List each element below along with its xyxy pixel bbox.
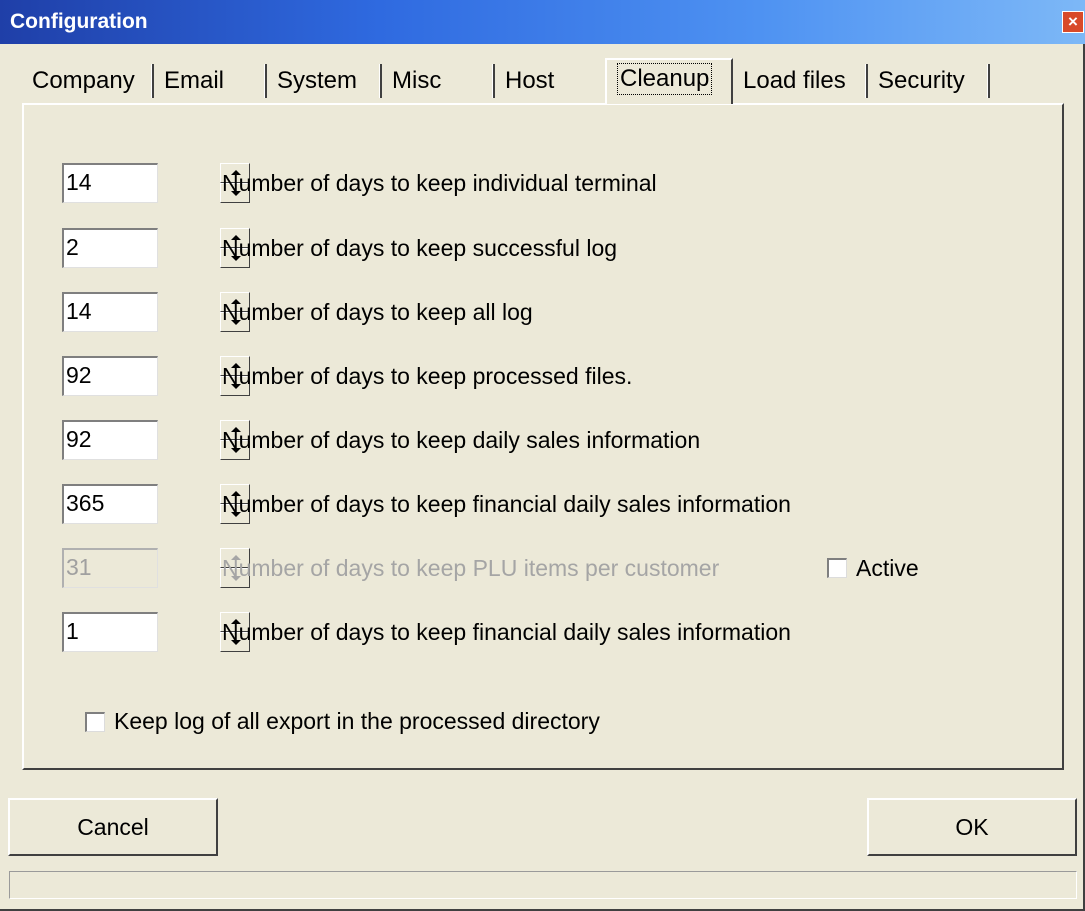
tab-system[interactable]: System <box>267 62 382 100</box>
tab-email[interactable]: Email <box>154 62 267 100</box>
tab-label: Misc <box>392 67 442 94</box>
setting-row: 365 Number of days to keep financial dai… <box>62 484 962 524</box>
days-input: 31 <box>62 548 158 588</box>
days-input[interactable]: 1 <box>62 612 158 652</box>
status-bar <box>9 871 1077 899</box>
days-input[interactable]: 92 <box>62 356 158 396</box>
tab-cleanup[interactable]: Cleanup <box>605 58 733 104</box>
setting-row: 92 Number of days to keep daily sales in… <box>62 420 962 460</box>
setting-row: 2 Number of days to keep successful log <box>62 228 962 268</box>
tab-load-files[interactable]: Load files <box>733 62 868 100</box>
title-bar[interactable]: Configuration × <box>0 0 1085 44</box>
tab-label: Load files <box>743 67 846 94</box>
days-input[interactable]: 365 <box>62 484 158 524</box>
cancel-button[interactable]: Cancel <box>8 798 218 856</box>
keep-log-checkbox[interactable] <box>85 712 105 732</box>
configuration-window: Configuration × Company Email System Mis… <box>0 0 1085 911</box>
tab-security[interactable]: Security <box>868 62 990 100</box>
days-input[interactable]: 92 <box>62 420 158 460</box>
active-checkbox[interactable] <box>827 558 847 578</box>
ok-button[interactable]: OK <box>867 798 1077 856</box>
days-input[interactable]: 2 <box>62 228 158 268</box>
setting-label: Number of days to keep daily sales infor… <box>222 427 701 453</box>
keep-log-checkbox-label[interactable]: Keep log of all export in the processed … <box>114 706 600 736</box>
tab-host[interactable]: Host <box>495 62 605 100</box>
close-icon[interactable]: × <box>1062 11 1084 33</box>
setting-label: Number of days to keep all log <box>222 299 533 325</box>
tab-label: Host <box>505 67 555 94</box>
setting-row: 1 Number of days to keep financial daily… <box>62 612 962 652</box>
setting-label: Number of days to keep financial daily s… <box>222 619 791 645</box>
days-input[interactable]: 14 <box>62 163 158 203</box>
days-input[interactable]: 14 <box>62 292 158 332</box>
window-title: Configuration <box>10 10 148 33</box>
setting-label: Number of days to keep PLU items per cus… <box>222 555 720 581</box>
tab-label: Security <box>878 67 965 94</box>
tab-company[interactable]: Company <box>22 62 154 100</box>
tab-label: System <box>277 67 358 94</box>
tab-label: Email <box>164 67 225 94</box>
setting-label: Number of days to keep financial daily s… <box>222 491 791 517</box>
setting-row: 92 Number of days to keep processed file… <box>62 356 962 396</box>
setting-row: 14 Number of days to keep all log <box>62 292 962 332</box>
tab-label: Cleanup <box>617 63 713 95</box>
setting-row-disabled: 31 Number of days to keep PLU items per … <box>62 548 962 588</box>
active-checkbox-label[interactable]: Active <box>856 553 919 583</box>
tab-label: Company <box>32 67 135 94</box>
setting-label: Number of days to keep processed files. <box>222 363 633 389</box>
tab-misc[interactable]: Misc <box>382 62 495 100</box>
setting-label: Number of days to keep successful log <box>222 235 618 261</box>
setting-row: 14 Number of days to keep individual ter… <box>62 163 962 203</box>
setting-label: Number of days to keep individual termin… <box>222 170 657 196</box>
